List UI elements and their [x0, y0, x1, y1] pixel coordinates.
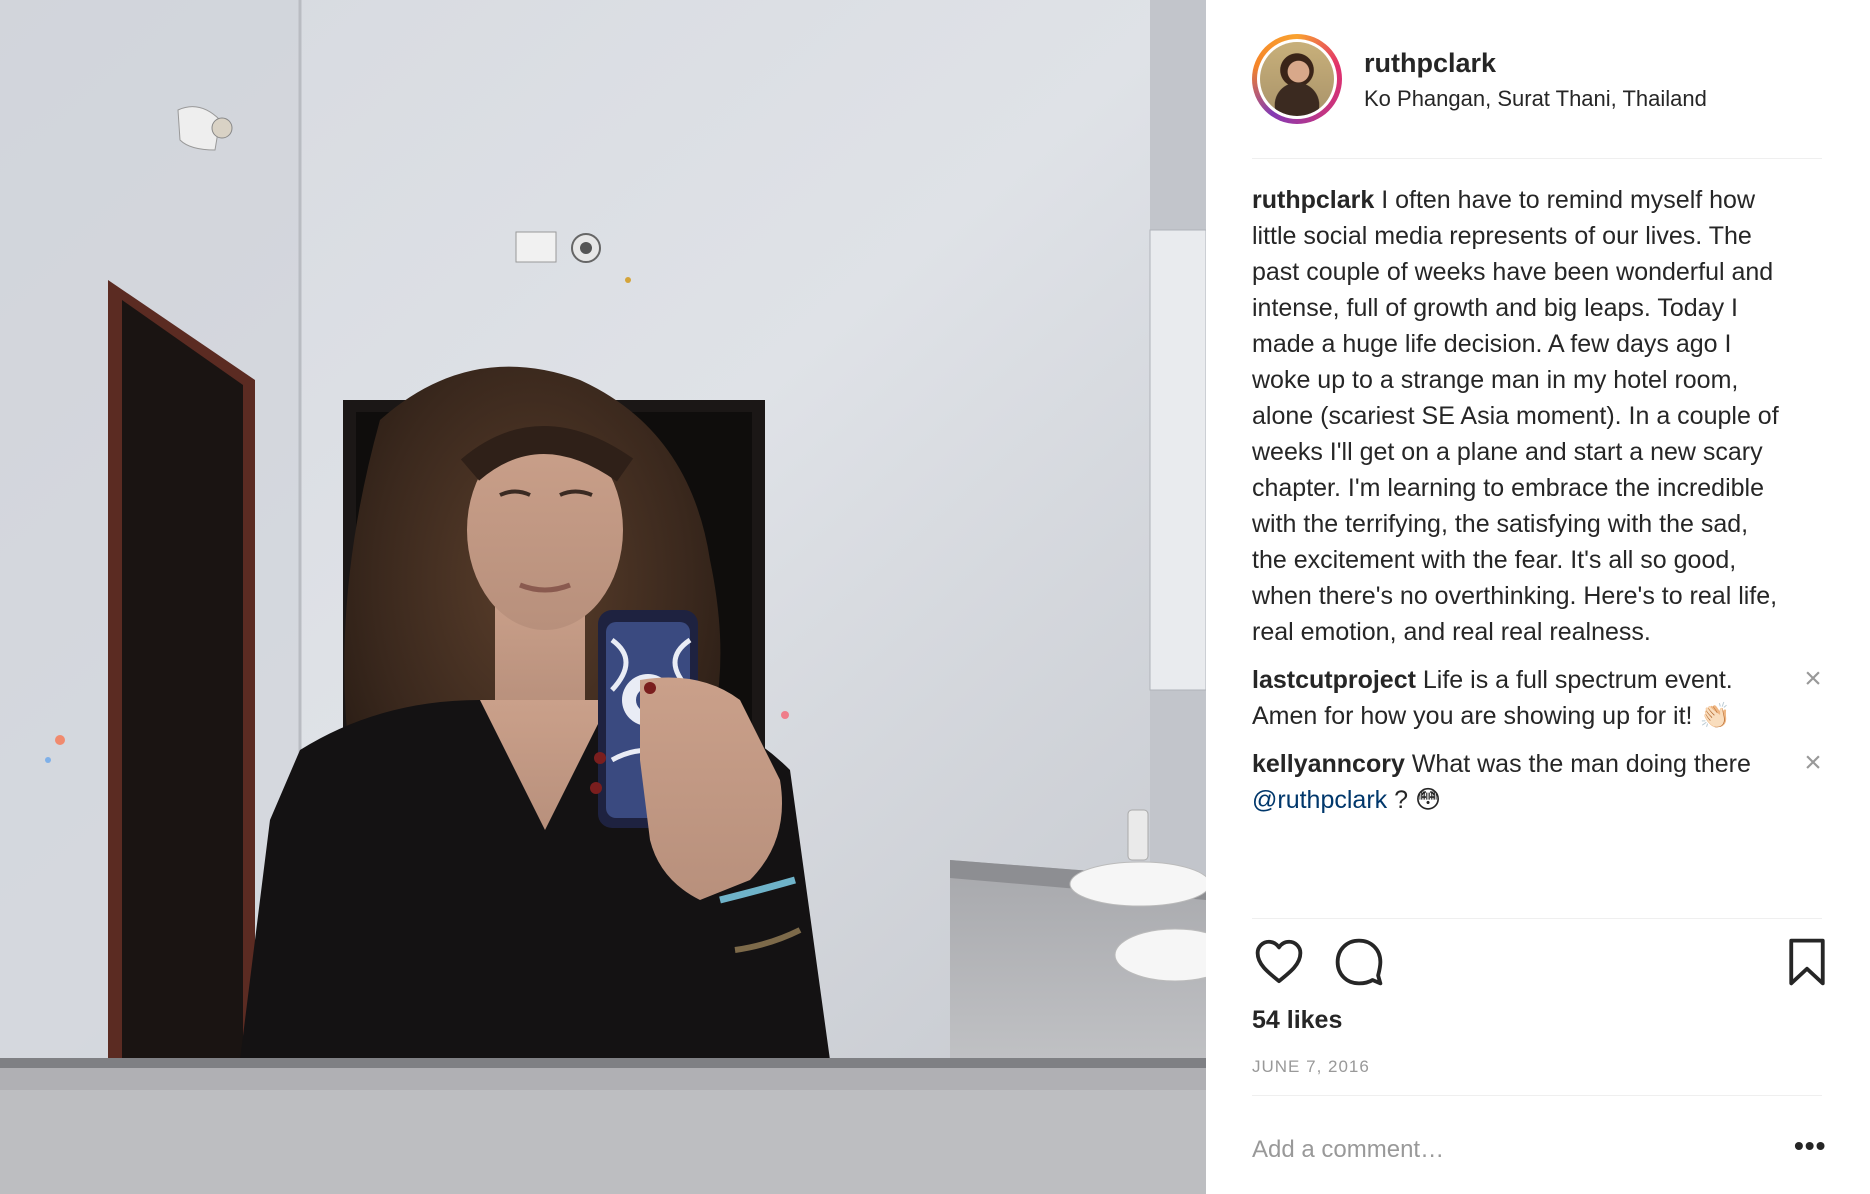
- header-divider: [1252, 158, 1822, 159]
- comment-text-end: ? 😳: [1387, 786, 1442, 814]
- avatar-frame: [1257, 39, 1337, 119]
- heart-icon[interactable]: [1252, 935, 1306, 989]
- post-header: ruthpclark Ko Phangan, Surat Thani, Thai…: [1252, 30, 1812, 130]
- comment-item: lastcutproject Life is a full spectrum e…: [1252, 662, 1832, 734]
- footer-divider: [1252, 1095, 1822, 1096]
- post-photo[interactable]: [0, 0, 1206, 1194]
- comment-username[interactable]: kellyanncory: [1252, 750, 1405, 778]
- post-location[interactable]: Ko Phangan, Surat Thani, Thailand: [1364, 86, 1707, 112]
- bookmark-icon[interactable]: [1780, 935, 1834, 989]
- comments-list[interactable]: ruthpclark I often have to remind myself…: [1252, 182, 1832, 920]
- action-bar: [1252, 935, 1832, 991]
- avatar-image: [1260, 42, 1334, 116]
- comment-item: kellyanncory What was the man doing ther…: [1252, 746, 1832, 818]
- post-date: JUNE 7, 2016: [1252, 1057, 1370, 1076]
- avatar[interactable]: [1252, 34, 1342, 124]
- comments-divider: [1252, 918, 1822, 919]
- post-details-panel: ruthpclark Ko Phangan, Surat Thani, Thai…: [1206, 0, 1870, 1194]
- delete-comment-icon[interactable]: ×: [1800, 748, 1826, 778]
- post-username[interactable]: ruthpclark: [1364, 48, 1496, 79]
- comment-text: What was the man doing there: [1411, 750, 1751, 778]
- comment-icon[interactable]: [1332, 935, 1386, 989]
- caption-username[interactable]: ruthpclark: [1252, 186, 1374, 214]
- comment-username[interactable]: lastcutproject: [1252, 666, 1416, 694]
- more-options-icon[interactable]: •••: [1794, 1132, 1826, 1160]
- add-comment-input[interactable]: [1252, 1130, 1712, 1170]
- delete-comment-icon[interactable]: ×: [1800, 664, 1826, 694]
- caption-text: I often have to remind myself how little…: [1252, 186, 1779, 646]
- likes-count[interactable]: 54 likes: [1252, 1006, 1342, 1035]
- comment-mention[interactable]: @ruthpclark: [1252, 786, 1387, 814]
- caption: ruthpclark I often have to remind myself…: [1252, 182, 1832, 650]
